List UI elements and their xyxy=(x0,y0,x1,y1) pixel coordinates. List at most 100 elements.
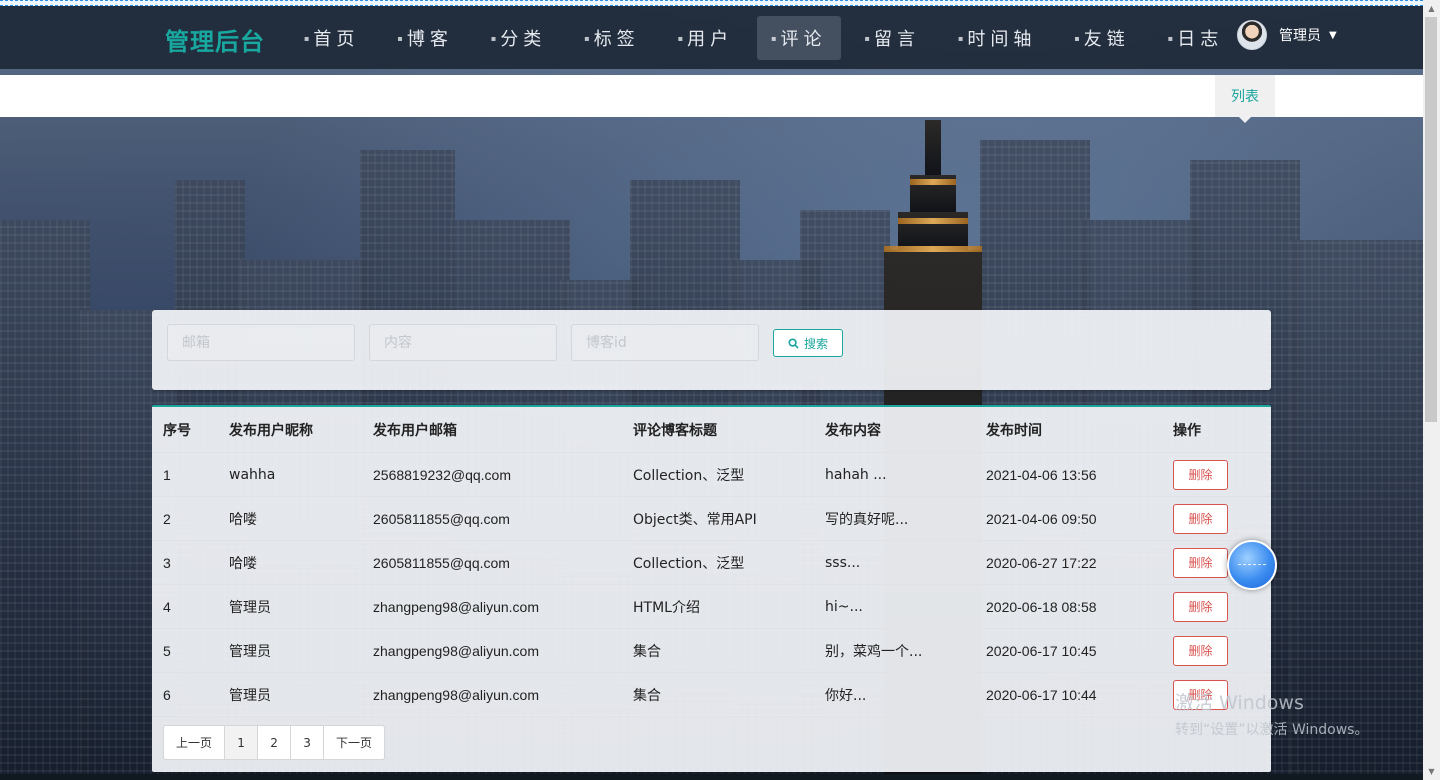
nav-item-1[interactable]: ▪ 博客 xyxy=(383,16,466,60)
cell-index: 6 xyxy=(152,672,218,717)
scroll-up-arrow-icon[interactable]: ▲ xyxy=(1423,0,1440,17)
secondary-menu-bar: 列表 xyxy=(0,75,1423,123)
scrollbar-thumb[interactable] xyxy=(1425,17,1437,422)
nav-item-8[interactable]: ▪ 友链 xyxy=(1060,16,1143,60)
delete-button[interactable]: 删除 xyxy=(1173,591,1228,622)
nav-item-label: 首页 xyxy=(313,29,360,50)
bottom-edge xyxy=(0,774,1423,780)
cell-nickname: 管理员 xyxy=(218,628,362,673)
main-menu: ▪ 首页 ▪ 博客 ▪ 分类 ▪ 标签 ▪ 用户 ▪ 评论 ▪ 留言 ▪ 时间轴 ▪ 友链 ▪ 日志 xyxy=(290,16,1247,60)
blog-id-search-input[interactable] xyxy=(571,324,759,361)
nav-item-label: 留言 xyxy=(873,29,920,50)
table-row: 1 wahha 2568819232@qq.com Collection、泛型 haha… xyxy=(152,452,1271,497)
page-3-button[interactable]: 3 xyxy=(291,726,325,759)
nav-item-label: 评论 xyxy=(780,29,827,50)
column-header: 发布内容 xyxy=(814,407,975,453)
brand-title[interactable]: 管理后台 xyxy=(165,22,265,57)
nav-item-5[interactable]: ▪ 评论 xyxy=(757,16,841,60)
cell-email: 2605811855@qq.com xyxy=(362,496,622,541)
nav-bullet-icon: ▪ xyxy=(771,33,777,43)
prev-page-button[interactable]: 上一页 xyxy=(164,726,226,759)
next-page-button[interactable]: 下一页 xyxy=(324,726,384,759)
table-row: 6 管理员 zhangpeng98@aliyun.com 集合 你好... 2020-06… xyxy=(152,672,1271,717)
cell-index: 2 xyxy=(152,496,218,541)
top-navbar: 管理后台 ▪ 首页 ▪ 博客 ▪ 分类 ▪ 标签 ▪ 用户 ▪ 评论 ▪ 留言 ▪ 时间轴 ▪ 友链 ▪ 日志 管理员… xyxy=(0,6,1423,69)
cell-blog-title: 集合 xyxy=(622,628,814,673)
nav-item-6[interactable]: ▪ 留言 xyxy=(851,16,934,60)
column-header: 发布用户邮箱 xyxy=(362,407,622,453)
nav-item-label: 日志 xyxy=(1177,29,1224,50)
watermark-subtitle: 转到“设置”以激活 Windows。 xyxy=(1175,722,1369,738)
page-1-button[interactable]: 1 xyxy=(225,726,259,759)
nav-bullet-icon: ▪ xyxy=(490,33,497,43)
floating-assistant-ball[interactable] xyxy=(1227,540,1277,590)
cell-content: hi~... xyxy=(814,584,975,629)
cell-index: 1 xyxy=(152,452,218,497)
nav-item-7[interactable]: ▪ 时间轴 xyxy=(944,16,1050,60)
cell-email: 2568819232@qq.com xyxy=(362,452,622,497)
cell-content: 你好... xyxy=(814,672,975,717)
nav-item-9[interactable]: ▪ 日志 xyxy=(1154,16,1237,60)
cell-action: 删除 xyxy=(1162,452,1271,497)
nav-item-4[interactable]: ▪ 用户 xyxy=(664,16,747,60)
cell-action: 删除 xyxy=(1162,628,1271,673)
user-avatar[interactable] xyxy=(1237,20,1267,50)
email-search-input[interactable] xyxy=(167,324,355,361)
column-header: 发布时间 xyxy=(975,407,1162,453)
cell-time: 2021-04-06 13:56 xyxy=(975,452,1162,497)
nav-bullet-icon: ▪ xyxy=(864,33,870,43)
cell-content: hahah ... xyxy=(814,452,975,497)
windows-activation-watermark: 激活 Windows 转到“设置”以激活 Windows。 xyxy=(1175,688,1368,739)
cell-email: 2605811855@qq.com xyxy=(362,540,622,585)
delete-button[interactable]: 删除 xyxy=(1173,635,1228,666)
cell-nickname: 管理员 xyxy=(218,584,362,629)
watermark-title: 激活 Windows xyxy=(1175,692,1304,714)
table-row: 3 哈喽 2605811855@qq.com Collection、泛型 sss... 2… xyxy=(152,540,1271,585)
scroll-down-arrow-icon[interactable]: ▼ xyxy=(1423,763,1440,780)
cell-index: 4 xyxy=(152,584,218,629)
table-row: 5 管理员 zhangpeng98@aliyun.com 集合 别，菜鸡一个... 202… xyxy=(152,628,1271,673)
cell-time: 2020-06-18 08:58 xyxy=(975,584,1162,629)
user-menu[interactable]: 管理员 ▼ xyxy=(1237,20,1337,50)
nav-bullet-icon: ▪ xyxy=(584,33,590,43)
caret-down-icon[interactable]: ▼ xyxy=(1329,30,1337,41)
nav-bullet-icon: ▪ xyxy=(677,33,684,43)
nav-item-2[interactable]: ▪ 分类 xyxy=(477,16,560,60)
cell-blog-title: Object类、常用API xyxy=(622,496,814,541)
table-header-row: 序号 发布用户昵称 发布用户邮箱 评论博客标题 发布内容 发布时间 操作 xyxy=(152,407,1271,453)
cell-content: 别，菜鸡一个... xyxy=(814,628,975,673)
table-row: 2 哈喽 2605811855@qq.com Object类、常用API 写的真好呢..… xyxy=(152,496,1271,541)
search-button[interactable]: 搜索 xyxy=(773,329,843,357)
vertical-scrollbar[interactable]: ▲ ▼ xyxy=(1423,0,1440,780)
cell-nickname: wahha xyxy=(218,452,362,497)
nav-item-label: 时间轴 xyxy=(967,29,1037,50)
table-row: 4 管理员 zhangpeng98@aliyun.com HTML介绍 hi~... 20… xyxy=(152,584,1271,629)
cell-time: 2020-06-17 10:44 xyxy=(975,672,1162,717)
comment-table: 序号 发布用户昵称 发布用户邮箱 评论博客标题 发布内容 发布时间 操作 1 wa… xyxy=(152,407,1271,717)
delete-button[interactable]: 删除 xyxy=(1173,503,1228,534)
cell-email: zhangpeng98@aliyun.com xyxy=(362,672,622,717)
user-name[interactable]: 管理员 xyxy=(1279,25,1321,45)
cell-nickname: 管理员 xyxy=(218,672,362,717)
nav-item-label: 用户 xyxy=(687,29,734,50)
cell-blog-title: 集合 xyxy=(622,672,814,717)
cell-email: zhangpeng98@aliyun.com xyxy=(362,628,622,673)
nav-item-3[interactable]: ▪ 标签 xyxy=(570,16,653,60)
nav-item-0[interactable]: ▪ 首页 xyxy=(290,16,373,60)
page-2-button[interactable]: 2 xyxy=(258,726,292,759)
column-header: 评论博客标题 xyxy=(622,407,814,453)
cell-nickname: 哈喽 xyxy=(218,496,362,541)
tab-active-pointer xyxy=(1239,117,1251,123)
nav-item-label: 友链 xyxy=(1083,29,1130,50)
delete-button[interactable]: 删除 xyxy=(1173,547,1228,578)
cell-content: sss... xyxy=(814,540,975,585)
cell-index: 3 xyxy=(152,540,218,585)
cell-time: 2020-06-27 17:22 xyxy=(975,540,1162,585)
delete-button[interactable]: 删除 xyxy=(1173,459,1228,490)
tab-list[interactable]: 列表 xyxy=(1215,75,1275,117)
content-search-input[interactable] xyxy=(369,324,557,361)
nav-bullet-icon: ▪ xyxy=(1074,33,1080,43)
cell-action: 删除 xyxy=(1162,584,1271,629)
cell-time: 2021-04-06 09:50 xyxy=(975,496,1162,541)
column-header: 操作 xyxy=(1162,407,1271,453)
